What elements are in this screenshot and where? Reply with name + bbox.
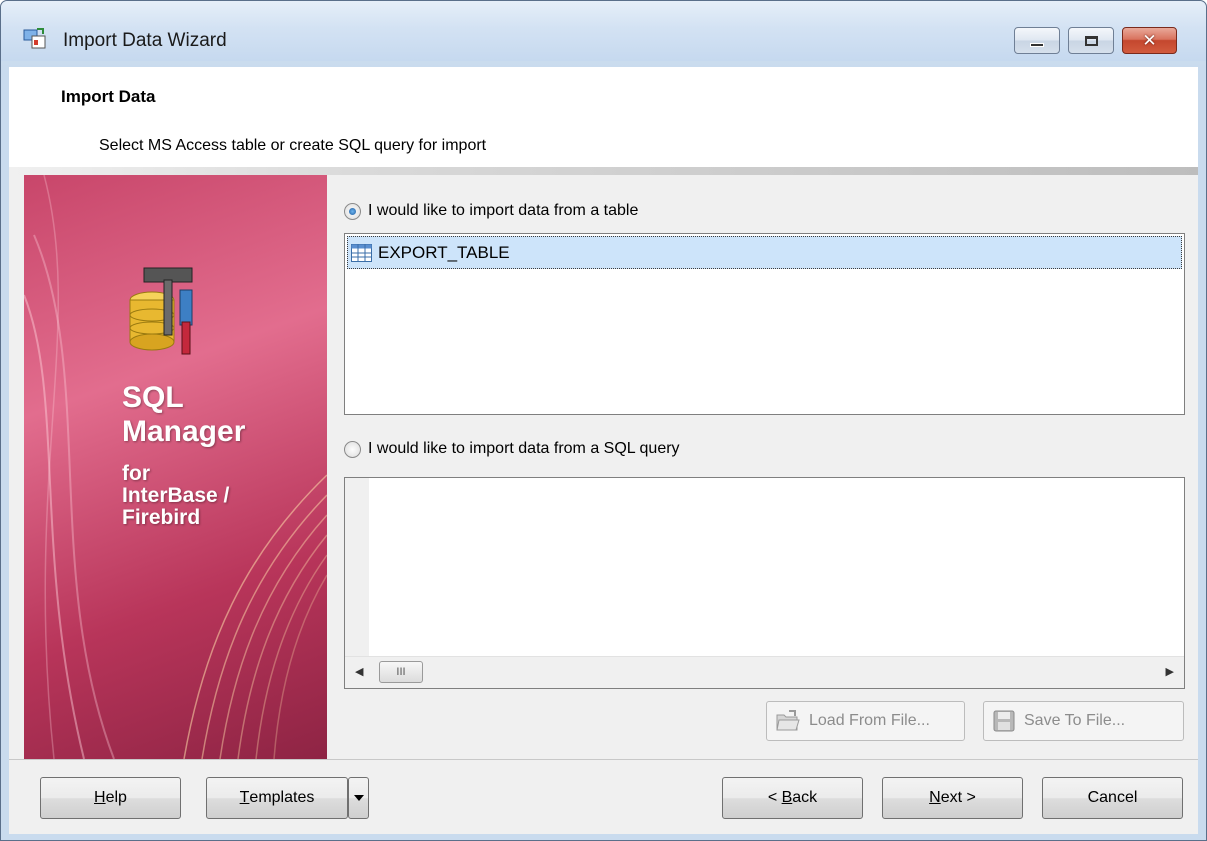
database-tools-icon (129, 267, 193, 355)
product-banner: SQL Manager for InterBase / Firebird (24, 175, 327, 759)
templates-button[interactable]: Templates (206, 777, 348, 819)
help-label-accel: H (94, 789, 106, 806)
maximize-button[interactable] (1068, 27, 1114, 54)
banner-title-firebird: Firebird (122, 506, 201, 529)
horizontal-scrollbar[interactable]: ◀ III ▶ (345, 656, 1184, 688)
next-button[interactable]: Next > (882, 777, 1023, 819)
table-source-label: I would like to import data from a table (368, 202, 639, 219)
next-label-accel: N (929, 789, 941, 806)
floppy-disk-icon (993, 710, 1015, 732)
minimize-icon (1030, 42, 1044, 47)
page-subtitle: Select MS Access table or create SQL que… (99, 137, 487, 154)
table-source-option[interactable]: I would like to import data from a table (344, 202, 638, 220)
scroll-thumb[interactable]: III (379, 661, 423, 683)
close-icon: ✕ (1142, 30, 1157, 51)
next-label-post: ext > (940, 789, 976, 806)
query-source-label: I would like to import data from a SQL q… (368, 440, 680, 457)
help-button[interactable]: Help (40, 777, 181, 819)
wizard-content: SQL Manager for InterBase / Firebird I w… (9, 175, 1198, 759)
table-source-radio[interactable] (344, 202, 361, 220)
wizard-footer: Help Templates < Back Next > Cancel (9, 759, 1198, 834)
load-from-file-button[interactable]: Load From File... (766, 701, 965, 741)
editor-gutter (345, 478, 369, 656)
banner-title-for: for (122, 462, 150, 485)
folder-open-icon (776, 710, 800, 731)
import-wizard-window: Import Data Wizard ✕ Import Data Select … (0, 0, 1207, 841)
list-item[interactable]: EXPORT_TABLE (347, 236, 1182, 269)
scroll-left-icon[interactable]: ◀ (355, 665, 363, 678)
back-label-accel: B (781, 789, 793, 806)
load-from-file-label: Load From File... (809, 712, 930, 729)
templates-label-accel: T (239, 789, 250, 806)
back-button[interactable]: < Back (722, 777, 863, 819)
query-source-radio[interactable] (344, 440, 361, 458)
save-to-file-button[interactable]: Save To File... (983, 701, 1184, 741)
sql-query-editor[interactable]: ◀ III ▶ (344, 477, 1185, 689)
close-button[interactable]: ✕ (1122, 27, 1177, 54)
back-label-post: ack (792, 789, 818, 806)
minimize-button[interactable] (1014, 27, 1060, 54)
wizard-header: Import Data Select MS Access table or cr… (9, 67, 1198, 168)
table-name: EXPORT_TABLE (378, 242, 510, 262)
title-bar[interactable]: Import Data Wizard ✕ (1, 1, 1206, 61)
help-label-post: elp (105, 789, 127, 806)
cancel-button[interactable]: Cancel (1042, 777, 1183, 819)
banner-title-sql: SQL (122, 381, 184, 414)
page-title: Import Data (61, 87, 156, 106)
cancel-label: Cancel (1087, 789, 1138, 806)
banner-title-manager: Manager (122, 415, 246, 448)
window-title: Import Data Wizard (63, 30, 227, 51)
banner-title-interbase: InterBase / (122, 484, 230, 507)
save-to-file-label: Save To File... (1024, 712, 1126, 729)
templates-dropdown-button[interactable] (348, 777, 369, 819)
header-divider (9, 167, 1198, 175)
chevron-down-icon (353, 795, 364, 801)
query-source-option[interactable]: I would like to import data from a SQL q… (344, 440, 680, 458)
scroll-right-icon[interactable]: ▶ (1166, 665, 1174, 678)
templates-label-post: emplates (249, 789, 315, 806)
back-label-pre: < (767, 789, 782, 806)
table-list[interactable]: EXPORT_TABLE (344, 233, 1185, 415)
table-grid-icon (351, 243, 372, 262)
import-wizard-icon (23, 28, 46, 49)
maximize-icon (1084, 35, 1098, 46)
